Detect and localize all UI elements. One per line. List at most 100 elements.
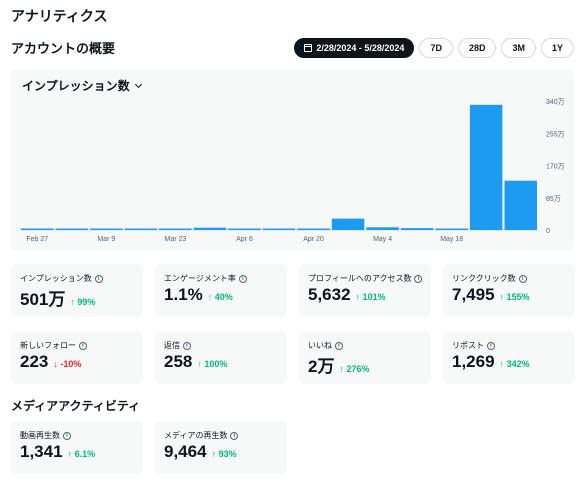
stat-value: 223	[20, 352, 49, 371]
stat-label: メディアの再生数 i	[164, 430, 239, 441]
chart-bar[interactable]	[159, 228, 192, 231]
stat-card-engagement-rate[interactable]: エンゲージメント率 i 1.1% ↑ 40%	[155, 264, 287, 317]
info-icon[interactable]: i	[94, 274, 103, 283]
stat-label-text: インプレッション数	[20, 274, 92, 283]
info-icon[interactable]: i	[335, 341, 343, 350]
chart-bar[interactable]	[400, 228, 434, 230]
stat-value: 2万	[308, 357, 335, 376]
stat-label: インプレッション数 i	[20, 273, 103, 284]
x-tick-label: May 4	[373, 236, 392, 243]
y-tick-label: 85万	[546, 195, 561, 203]
chart-bar[interactable]	[228, 228, 261, 231]
stat-change-value: 99%	[77, 297, 96, 307]
stat-change-value: 40%	[214, 292, 233, 302]
x-tick-label: May 18	[440, 236, 463, 243]
page-title: アナリティクス	[11, 8, 108, 24]
stat-value: 9,464	[164, 442, 207, 461]
chevron-down-icon	[134, 80, 142, 88]
chart-bar[interactable]	[124, 228, 158, 231]
info-icon[interactable]: i	[230, 431, 239, 440]
info-icon[interactable]: i	[518, 274, 527, 283]
chart-bar[interactable]	[331, 218, 365, 230]
stat-change: ↑ 276%	[339, 364, 369, 374]
stat-label-text: いいね	[308, 341, 332, 350]
chart-bar[interactable]	[435, 228, 468, 231]
chart-bar[interactable]	[366, 227, 399, 230]
chart-bar[interactable]	[193, 227, 227, 230]
info-icon[interactable]: i	[79, 341, 87, 350]
stat-value-row: 1,269 ↑ 342%	[452, 352, 530, 372]
range-button-3m[interactable]: 3M	[501, 38, 536, 58]
chart-bar[interactable]	[262, 228, 296, 231]
stat-card-impressions[interactable]: インプレッション数 i 501万 ↑ 99%	[11, 264, 143, 317]
stat-value: 501万	[20, 290, 66, 309]
stat-label-text: プロフィールへのアクセス数	[308, 274, 412, 283]
range-button-custom[interactable]: 2/28/2024 - 5/28/2024	[294, 38, 415, 58]
stat-change: ↑ 6.1%	[68, 449, 96, 459]
info-icon[interactable]: i	[63, 431, 71, 440]
stat-label: リンククリック数 i	[452, 273, 527, 284]
chart-bar[interactable]	[469, 104, 503, 230]
range-button-7d[interactable]: 7D	[419, 38, 453, 58]
stat-card-reposts[interactable]: リポスト i 1,269 ↑ 342%	[443, 331, 575, 384]
stat-value: 1,269	[452, 352, 495, 371]
x-tick-label: Feb 27	[26, 236, 48, 243]
stat-change: ↑ 99%	[70, 297, 95, 307]
arrow-up-icon: ↑	[355, 292, 361, 302]
stat-change: ↑ 342%	[500, 359, 530, 369]
stat-card-new-follows[interactable]: 新しいフォロー i 223 ↓ -10%	[11, 331, 143, 384]
arrow-down-icon: ↓	[53, 359, 58, 369]
chart-bar[interactable]	[297, 228, 330, 231]
info-icon[interactable]: i	[183, 341, 191, 350]
stat-value: 5,632	[308, 285, 351, 304]
stat-value-row: 223 ↓ -10%	[20, 352, 81, 372]
stat-change: ↑ 93%	[212, 449, 237, 459]
info-icon[interactable]: i	[414, 274, 423, 283]
stat-value: 1.1%	[164, 285, 203, 304]
x-tick-label: Mar 9	[97, 236, 115, 243]
stat-label-text: メディアの再生数	[164, 431, 228, 440]
stat-card-likes[interactable]: いいね i 2万 ↑ 276%	[299, 331, 431, 384]
y-tick-label: 170万	[546, 163, 565, 171]
stat-value-row: 1,341 ↑ 6.1%	[20, 442, 95, 462]
range-label: 2/28/2024 - 5/28/2024	[316, 43, 405, 53]
stat-label: リポスト i	[452, 340, 495, 351]
stat-change: ↑ 101%	[356, 292, 386, 302]
arrow-up-icon: ↑	[67, 449, 73, 459]
stat-value-row: 9,464 ↑ 93%	[164, 442, 237, 462]
range-button-1y[interactable]: 1Y	[540, 38, 574, 58]
stat-change-value: 100%	[204, 359, 228, 369]
y-tick-label: 0	[546, 228, 550, 235]
stat-change: ↑ 40%	[208, 292, 233, 302]
stat-value-row: 258 ↑ 100%	[164, 352, 227, 372]
stat-change: ↓ -10%	[53, 359, 81, 369]
stat-change-value: 342%	[506, 359, 530, 369]
chart-bar[interactable]	[21, 228, 54, 231]
x-tick-label: Apr 6	[236, 236, 253, 243]
stat-card-replies[interactable]: 返信 i 258 ↑ 100%	[155, 331, 287, 384]
overview-title: アカウントの概要	[11, 41, 116, 56]
stat-change-value: -10%	[60, 359, 82, 369]
chart-metric-dropdown[interactable]: インプレッション数	[22, 77, 142, 94]
stat-card-media-views[interactable]: メディアの再生数 i 9,464 ↑ 93%	[155, 421, 287, 474]
stat-card-profile-visits[interactable]: プロフィールへのアクセス数 i 5,632 ↑ 101%	[299, 264, 431, 317]
info-icon[interactable]: i	[238, 274, 247, 283]
range-button-28d[interactable]: 28D	[457, 38, 497, 58]
arrow-up-icon: ↑	[339, 364, 344, 374]
stat-change: ↑ 100%	[197, 359, 227, 369]
stat-label-text: エンゲージメント率	[164, 274, 236, 283]
chart-bar[interactable]	[504, 180, 538, 230]
stat-card-link-clicks[interactable]: リンククリック数 i 7,495 ↑ 155%	[443, 264, 575, 317]
y-tick-label: 255万	[546, 130, 565, 138]
chart-bar[interactable]	[55, 228, 89, 231]
chart-title: インプレッション数	[22, 79, 130, 93]
stat-label: エンゲージメント率 i	[164, 273, 247, 284]
y-tick-label: 340万	[546, 98, 565, 106]
info-icon[interactable]: i	[487, 341, 495, 350]
chart-bar[interactable]	[90, 228, 123, 231]
calendar-icon	[304, 44, 313, 52]
date-range-selector: 2/28/2024 - 5/28/2024 7D 28D 3M 1Y	[294, 38, 574, 58]
stat-change-value: 276%	[346, 364, 370, 374]
stat-card-video-views[interactable]: 動画再生数 i 1,341 ↑ 6.1%	[11, 421, 143, 474]
x-tick-label: Mar 23	[165, 236, 187, 243]
